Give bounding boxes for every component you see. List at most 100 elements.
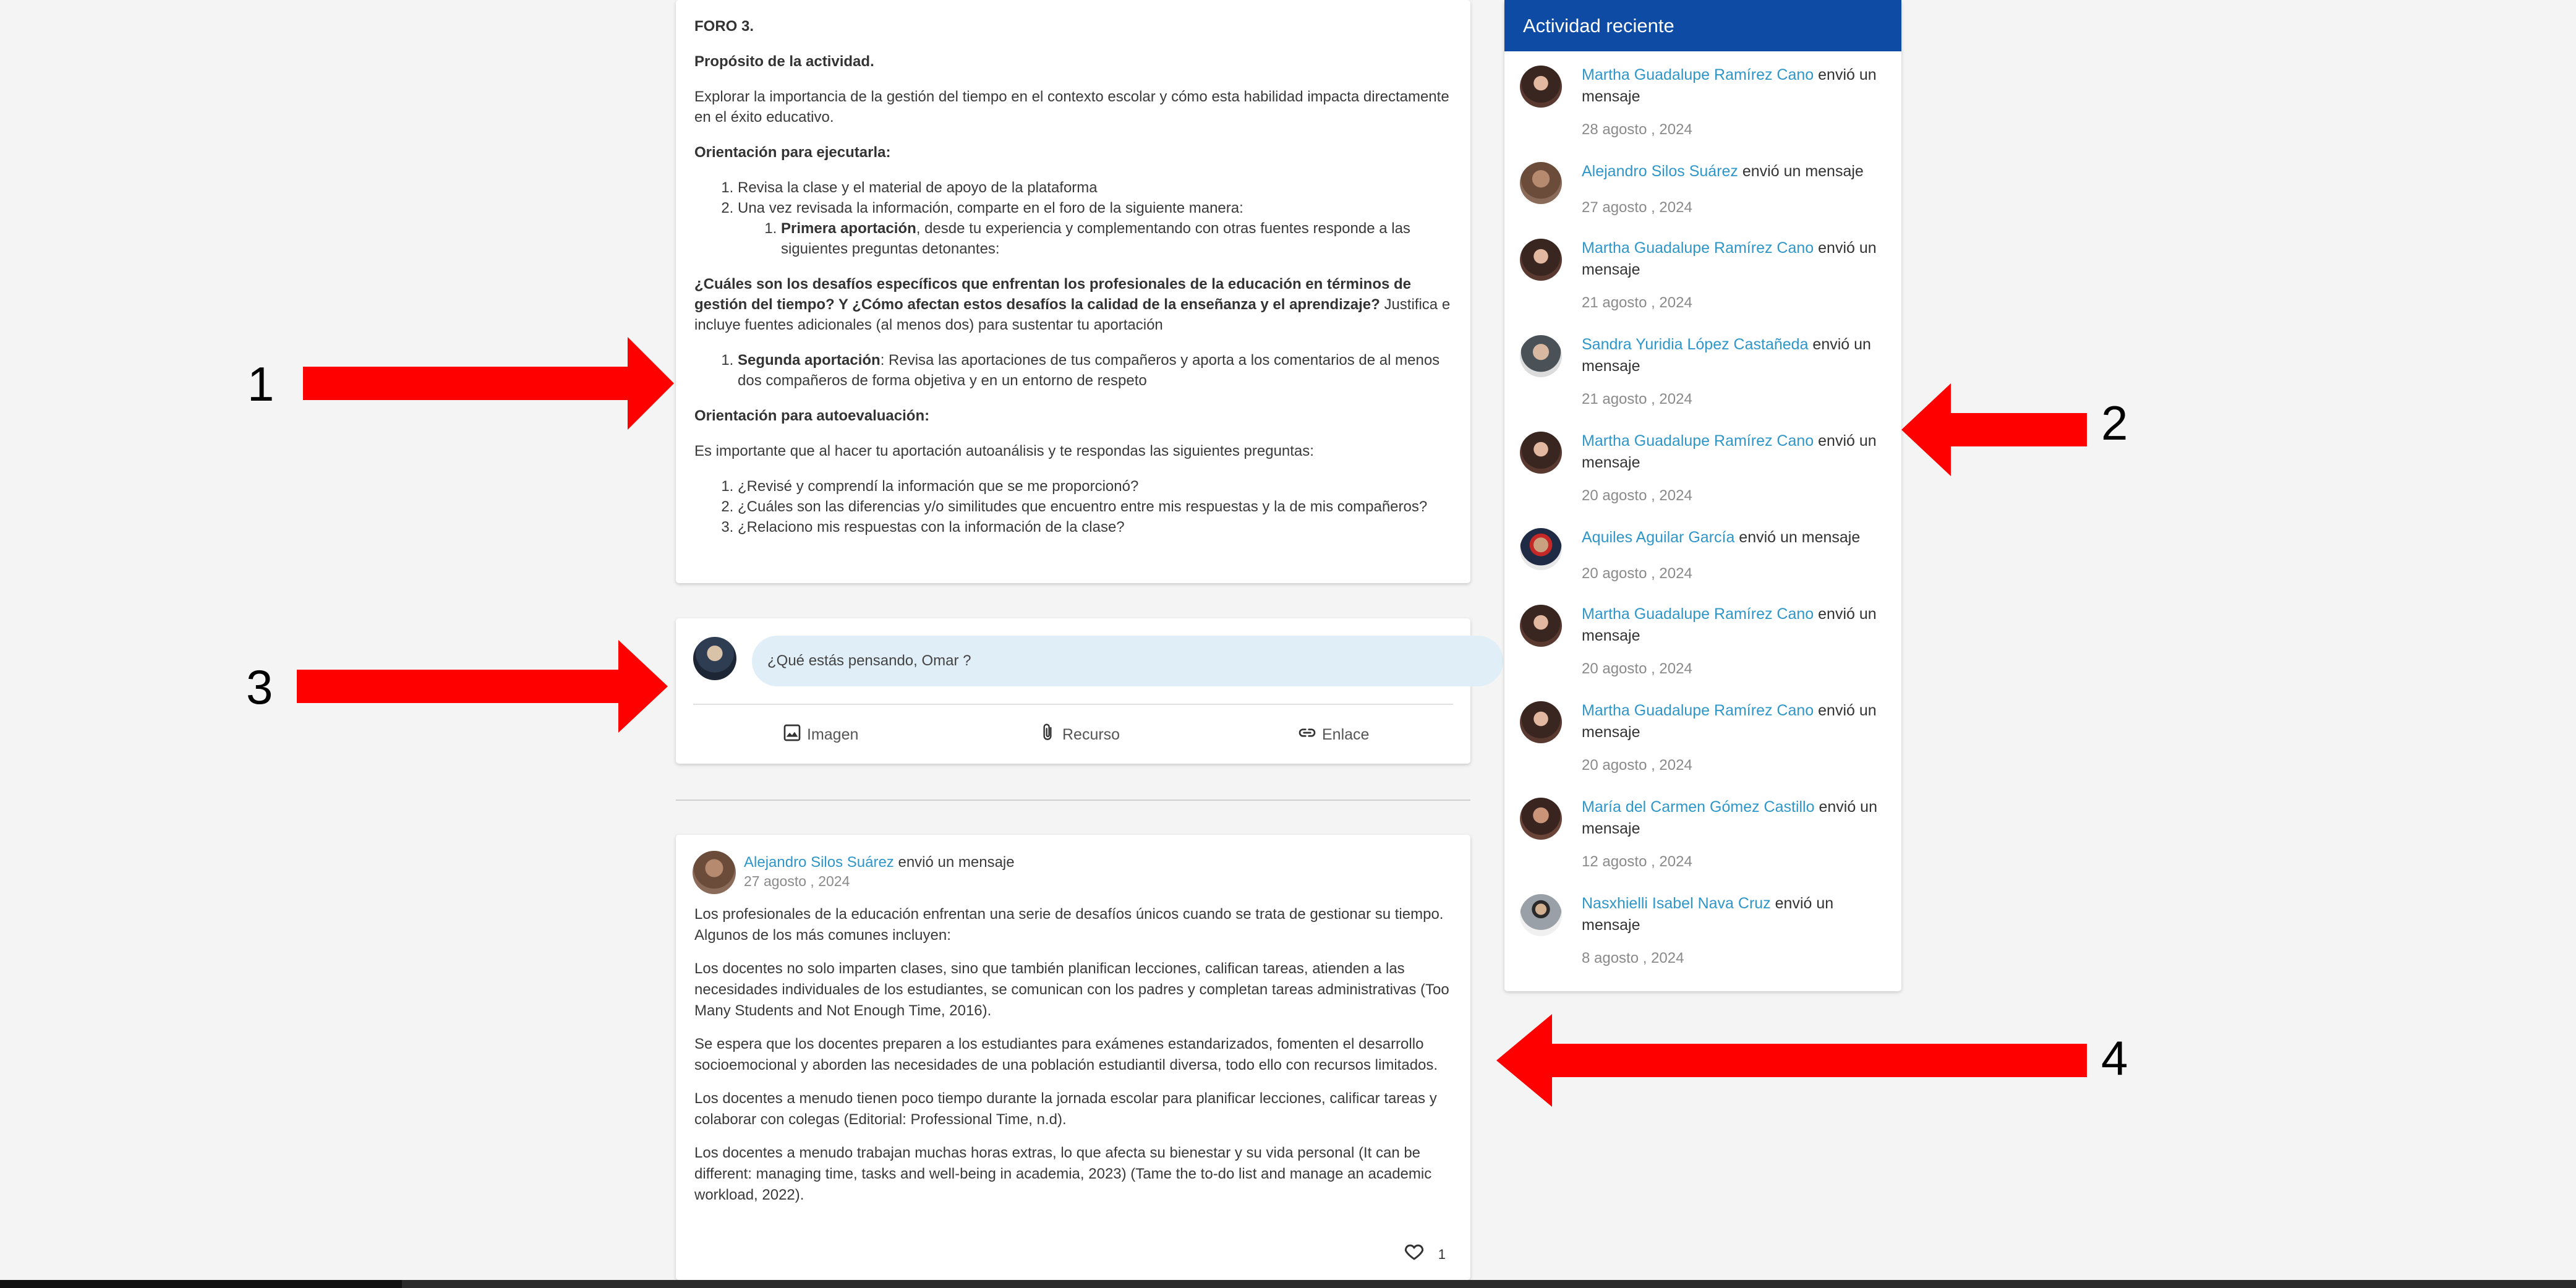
post-paragraph: Se espera que los docentes preparen a lo… xyxy=(694,1036,1438,1073)
activity-date: 28 agosto , 2024 xyxy=(1582,121,1692,138)
post-date: 27 agosto , 2024 xyxy=(744,873,850,889)
second-contribution-label: Segunda aportación xyxy=(738,352,881,369)
annotation-arrow-3 xyxy=(297,640,668,733)
first-contribution-item: Primera aportación, desde tu experiencia… xyxy=(781,218,1452,259)
annotation-number-2: 2 xyxy=(2101,396,2128,450)
taskbar-segment xyxy=(0,1280,402,1288)
avatar xyxy=(1520,239,1562,281)
divider xyxy=(676,800,1470,801)
self-eval-list: ¿Revisé y comprendí la información que s… xyxy=(694,476,1452,537)
activity-user-link[interactable]: Sandra Yuridia López Castañeda xyxy=(1582,336,1808,353)
activity-date: 21 agosto , 2024 xyxy=(1582,294,1692,311)
self-eval-intro: Es importante que al hacer tu aportación… xyxy=(694,443,1314,459)
activity-user-link[interactable]: Martha Guadalupe Ramírez Cano xyxy=(1582,605,1814,623)
recent-activity-header: Actividad reciente xyxy=(1504,0,1901,51)
annotation-arrow-1 xyxy=(303,337,674,430)
activity-user-link[interactable]: Martha Guadalupe Ramírez Cano xyxy=(1582,432,1814,450)
avatar xyxy=(1520,798,1562,840)
activity-date: 20 agosto , 2024 xyxy=(1582,487,1692,504)
trigger-questions-bold: ¿Cuáles son los desafíos específicos que… xyxy=(694,276,1411,313)
step-item: Una vez revisada la información, compart… xyxy=(738,198,1452,259)
steps-list: Revisa la clase y el material de apoyo d… xyxy=(694,177,1452,259)
activity-text: Martha Guadalupe Ramírez Cano envió un m… xyxy=(1582,430,1885,474)
activity-text: Martha Guadalupe Ramírez Cano envió un m… xyxy=(1582,603,1885,647)
post-author-link[interactable]: Alejandro Silos Suárez xyxy=(744,854,894,871)
activity-text: Martha Guadalupe Ramírez Cano envió un m… xyxy=(1582,700,1885,743)
divider xyxy=(693,704,1453,705)
paperclip-icon xyxy=(1038,723,1057,747)
activity-date: 12 agosto , 2024 xyxy=(1582,853,1692,870)
heart-icon[interactable] xyxy=(1402,1240,1426,1269)
activity-date: 20 agosto , 2024 xyxy=(1582,660,1692,677)
self-eval-question: ¿Cuáles son las diferencias y/o similitu… xyxy=(738,497,1452,517)
image-button-label: Imagen xyxy=(807,725,859,743)
forum-instructions-card: FORO 3. Propósito de la actividad. Explo… xyxy=(676,0,1470,583)
activity-date: 21 agosto , 2024 xyxy=(1582,391,1692,407)
post-paragraph: Los docentes no solo imparten clases, si… xyxy=(694,960,1449,1019)
activity-user-link[interactable]: Martha Guadalupe Ramírez Cano xyxy=(1582,66,1814,83)
activity-date: 8 agosto , 2024 xyxy=(1582,950,1684,966)
avatar xyxy=(1520,894,1562,936)
activity-user-link[interactable]: Martha Guadalupe Ramírez Cano xyxy=(1582,239,1814,257)
post-header: Alejandro Silos Suárez envió un mensaje … xyxy=(744,853,1015,890)
resource-button-label: Recurso xyxy=(1062,725,1120,743)
sub-steps-list: Primera aportación, desde tu experiencia… xyxy=(738,218,1452,259)
step-item: Revisa la clase y el material de apoyo d… xyxy=(738,177,1452,198)
annotation-number-4: 4 xyxy=(2101,1031,2128,1085)
self-eval-question: ¿Relaciono mis respuestas con la informa… xyxy=(738,517,1452,537)
avatar xyxy=(1520,335,1562,377)
link-button-label: Enlace xyxy=(1322,725,1370,743)
post-composer: Imagen Recurso Enlace xyxy=(676,618,1503,764)
avatar xyxy=(693,637,736,680)
activity-user-link[interactable]: María del Carmen Gómez Castillo xyxy=(1582,798,1815,816)
post-paragraph: Los docentes a menudo tienen poco tiempo… xyxy=(694,1090,1437,1128)
self-eval-heading: Orientación para autoevaluación: xyxy=(694,407,930,424)
post-action-text: envió un mensaje xyxy=(893,854,1015,871)
activity-user-link[interactable]: Martha Guadalupe Ramírez Cano xyxy=(1582,702,1814,719)
purpose-text: Explorar la importancia de la gestión de… xyxy=(694,88,1449,126)
avatar xyxy=(1520,528,1562,570)
post-body: Los profesionales de la educación enfren… xyxy=(694,904,1452,1218)
activity-user-link[interactable]: Nasxhielli Isabel Nava Cruz xyxy=(1582,895,1771,912)
avatar xyxy=(1520,701,1562,743)
avatar xyxy=(693,851,736,894)
forum-post: Alejandro Silos Suárez envió un mensaje … xyxy=(676,835,1470,1280)
recent-activity-panel: Actividad reciente Martha Guadalupe Ramí… xyxy=(1504,0,1901,991)
activity-date: 27 agosto , 2024 xyxy=(1582,199,1692,216)
link-button[interactable]: Enlace xyxy=(1297,721,1369,748)
resource-button[interactable]: Recurso xyxy=(1038,721,1120,748)
activity-user-link[interactable]: Aquiles Aguilar García xyxy=(1582,529,1734,546)
avatar xyxy=(1520,162,1562,204)
activity-text: Alejandro Silos Suárez envió un mensaje xyxy=(1582,161,1885,182)
annotation-number-1: 1 xyxy=(247,357,275,411)
second-contribution-item: Segunda aportación: Revisa las aportacio… xyxy=(738,350,1452,391)
activity-text: Aquiles Aguilar García envió un mensaje xyxy=(1582,527,1885,548)
trigger-questions: ¿Cuáles son los desafíos específicos que… xyxy=(694,274,1452,335)
purpose-heading: Propósito de la actividad. xyxy=(694,53,874,70)
activity-text: Martha Guadalupe Ramírez Cano envió un m… xyxy=(1582,64,1885,108)
second-contribution-list: Segunda aportación: Revisa las aportacio… xyxy=(694,350,1452,391)
activity-date: 20 agosto , 2024 xyxy=(1582,565,1692,582)
post-paragraph: Los docentes a menudo trabajan muchas ho… xyxy=(694,1145,1432,1203)
first-contribution-label: Primera aportación xyxy=(781,220,916,237)
avatar xyxy=(1520,66,1562,108)
step-item-text: Una vez revisada la información, compart… xyxy=(738,200,1243,216)
annotation-arrow-2 xyxy=(1901,383,2087,476)
like-count: 1 xyxy=(1438,1247,1446,1262)
orientation-heading: Orientación para ejecutarla: xyxy=(694,144,891,161)
activity-action: envió un mensaje xyxy=(1738,163,1864,180)
activity-text: Martha Guadalupe Ramírez Cano envió un m… xyxy=(1582,237,1885,281)
activity-text: María del Carmen Gómez Castillo envió un… xyxy=(1582,796,1885,840)
avatar xyxy=(1520,605,1562,647)
post-composer-input[interactable] xyxy=(752,636,1503,686)
activity-user-link[interactable]: Alejandro Silos Suárez xyxy=(1582,163,1738,180)
self-eval-question: ¿Revisé y comprendí la información que s… xyxy=(738,476,1452,497)
post-paragraph: Los profesionales de la educación enfren… xyxy=(694,906,1444,944)
activity-text: Sandra Yuridia López Castañeda envió un … xyxy=(1582,334,1885,377)
activity-date: 20 agosto , 2024 xyxy=(1582,757,1692,774)
image-button[interactable]: Imagen xyxy=(782,721,858,748)
avatar xyxy=(1520,432,1562,474)
link-icon xyxy=(1297,723,1317,747)
activity-action: envió un mensaje xyxy=(1734,529,1861,546)
image-icon xyxy=(782,723,802,747)
